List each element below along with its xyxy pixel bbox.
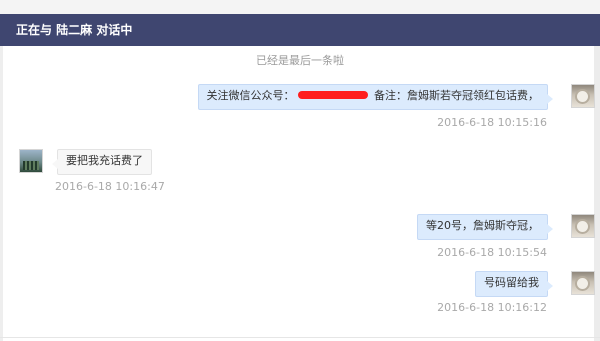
message-bubble-self: 号码留给我 <box>475 271 553 297</box>
self-avatar[interactable] <box>571 84 595 108</box>
chat-header: 正在与 陆二麻 对话中 <box>0 14 600 46</box>
end-of-history-notice: 已经是最后一条啦 <box>256 54 344 67</box>
self-avatar[interactable] <box>571 271 595 295</box>
message-timestamp: 2016-6-18 10:15:16 <box>437 116 547 129</box>
redaction-mark <box>297 91 368 99</box>
contact-avatar[interactable] <box>19 149 43 173</box>
message-text: 要把我充话费了 <box>66 154 143 167</box>
message-bubble-other: 要把我充话费了 <box>52 149 152 175</box>
message-bubble-self: 关注微信公众号： 备注：詹姆斯若夺冠领红包话费， <box>197 84 553 110</box>
message-timestamp: 2016-6-18 10:16:12 <box>437 301 547 314</box>
divider <box>0 337 600 338</box>
self-avatar[interactable] <box>571 214 595 238</box>
message-bubble-self: 等20号，詹姆斯夺冠， <box>417 214 553 240</box>
message-text: 等20号，詹姆斯夺冠， <box>426 219 539 232</box>
window-top-strip <box>0 0 600 14</box>
message-text: 备注：詹姆斯若夺冠领红包话费， <box>370 89 539 102</box>
chat-title: 正在与 陆二麻 对话中 <box>16 23 133 37</box>
message-text: 号码留给我 <box>484 276 539 289</box>
message-timestamp: 2016-6-18 10:15:54 <box>437 246 547 259</box>
message-text: 关注微信公众号： <box>206 89 295 102</box>
message-timestamp: 2016-6-18 10:16:47 <box>55 180 165 193</box>
